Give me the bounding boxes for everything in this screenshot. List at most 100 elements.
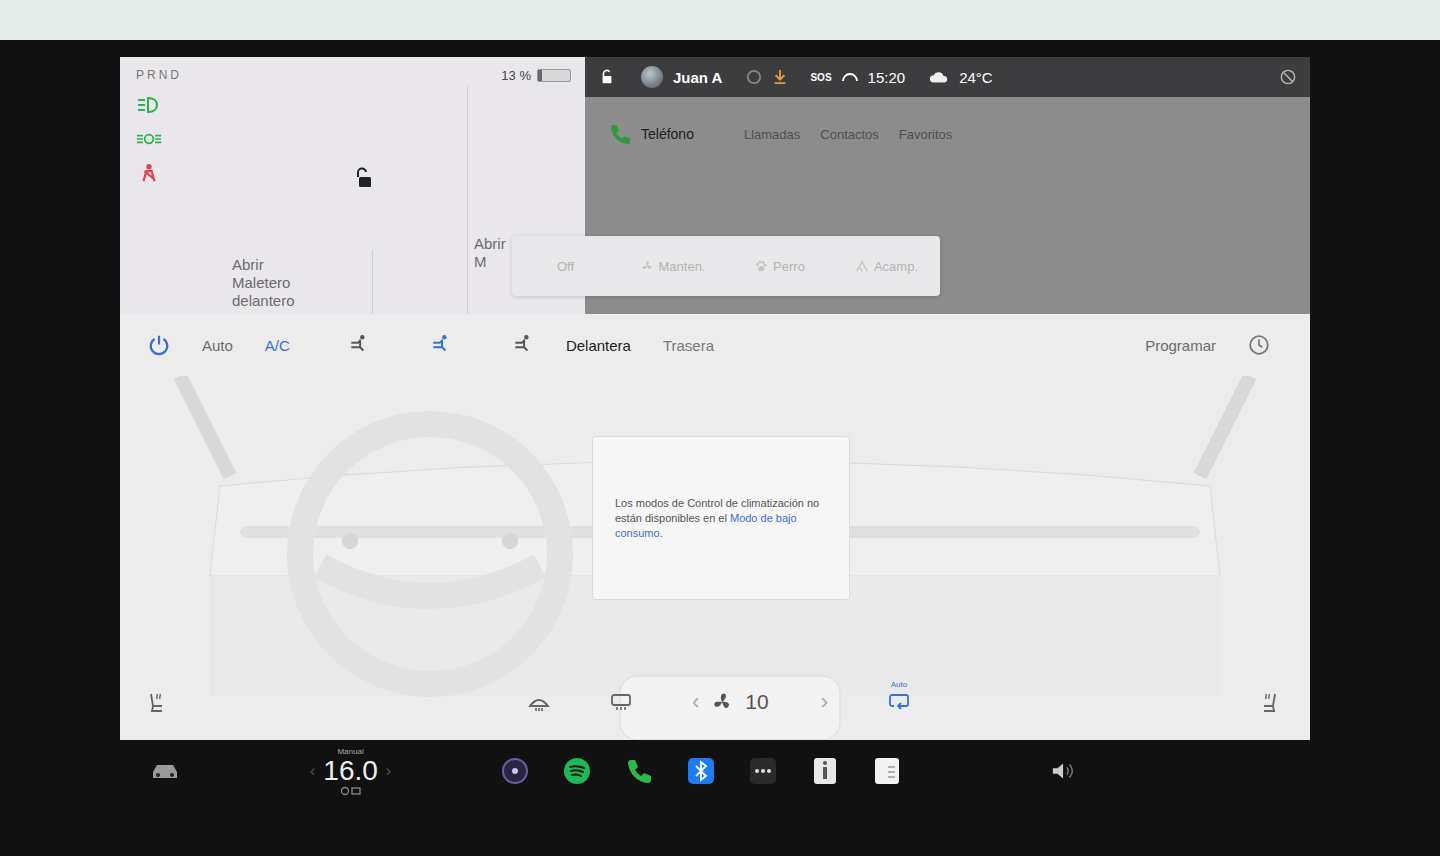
notice-area: Los modos de Control de climatización no… [120, 376, 1310, 674]
airflow-icon[interactable] [512, 334, 534, 356]
headlight-icon [136, 95, 162, 115]
airflow-icon[interactable] [348, 334, 370, 356]
lamp-indicators [136, 85, 166, 314]
parking-light-icon [136, 129, 162, 149]
airbag-icon [1280, 69, 1296, 85]
climate-keep-option[interactable]: Manten. [619, 259, 726, 274]
battery-icon [537, 69, 571, 82]
paw-icon [754, 259, 768, 273]
trunk-label: Abrir M [474, 235, 516, 271]
profile-avatar-icon[interactable] [641, 66, 663, 88]
vehicle-body: Abrir Maletero delantero Abrir M [136, 85, 571, 314]
recirculation-icon [888, 691, 910, 713]
car-icon[interactable] [150, 762, 180, 780]
temperature-value: 16.0 [323, 756, 378, 786]
seat-heater-right-icon[interactable] [1258, 691, 1280, 713]
vehicle-header: PRND 13 % [136, 65, 571, 85]
more-apps-icon[interactable] [749, 757, 777, 785]
phone-app-icon[interactable] [625, 757, 653, 785]
unlocked-icon[interactable] [353, 167, 373, 189]
volume-icon[interactable] [1051, 761, 1077, 781]
car-view: Abrir Maletero delantero Abrir M [166, 85, 571, 314]
climate-keep-label: Acamp. [874, 259, 918, 274]
signal-icon [842, 69, 858, 85]
climate-keep-option[interactable]: Acamp. [833, 259, 940, 274]
rear-defrost-icon[interactable] [610, 691, 632, 713]
fan-icon [711, 691, 733, 713]
outside-temperature: 24°C [959, 69, 993, 86]
fan-speed: 10 [745, 690, 768, 714]
climate-toolbar: Auto A/C Delantera Trasera Programar [120, 314, 1310, 376]
clock-icon[interactable] [1248, 334, 1270, 356]
sos-indicator: SOS [810, 72, 831, 83]
climate-keep-label: Off [557, 259, 574, 274]
low-power-link[interactable]: Modo de bajo consumo [615, 512, 797, 539]
battery: 13 % [501, 68, 571, 83]
temperature-mode: Manual [337, 747, 363, 756]
manual-app-icon[interactable] [811, 757, 839, 785]
cabin-view: Los modos de Control de climatización no… [120, 376, 1310, 740]
schedule-button[interactable]: Programar [1145, 337, 1216, 354]
touchscreen: PRND 13 % Abrir Maletero delantero Abrir M J… [120, 57, 1310, 802]
battery-reading: 13 % [501, 68, 531, 83]
upper-area: PRND 13 % Abrir Maletero delantero Abrir M J… [120, 57, 1310, 314]
recirculation-button[interactable]: Auto [888, 680, 910, 713]
phone-tab[interactable]: Llamadas [744, 127, 800, 142]
climate-keep-label: Perro [773, 259, 805, 274]
calendar-app-icon[interactable] [873, 757, 901, 785]
battery-fill [538, 70, 542, 81]
zone-tab[interactable]: Delantera [566, 337, 631, 354]
lock-icon[interactable] [599, 69, 615, 85]
fan-decrease-button[interactable]: ‹ [692, 689, 699, 715]
climate-keep-label: Manten. [659, 259, 706, 274]
camera-app-icon[interactable] [501, 757, 529, 785]
airflow-group [348, 334, 534, 356]
ac-button[interactable]: A/C [265, 337, 290, 354]
seat-heater-left-icon[interactable] [146, 691, 168, 713]
phone-tab[interactable]: Contactos [820, 127, 879, 142]
phone-tab[interactable]: Favoritos [899, 127, 952, 142]
climate-keep-option[interactable]: Off [512, 259, 619, 274]
airflow-icon[interactable] [430, 334, 452, 356]
background-wall [0, 0, 1440, 40]
gear-indicator: PRND [136, 68, 182, 82]
climate-panel: Auto A/C Delantera Trasera Programar Los modo… [120, 314, 1310, 740]
notice-text: Los modos de Control de climatización no… [615, 496, 827, 541]
fan-icon [640, 259, 654, 273]
recirculation-label: Auto [891, 680, 907, 689]
climate-keep-selector: Off Manten. Perro Acamp. [512, 236, 940, 296]
cloud-icon [929, 69, 949, 85]
phone-icon [609, 123, 631, 145]
seatbelt-warning-icon [136, 163, 162, 183]
tesla-screen-photo: PRND 13 % Abrir Maletero delantero Abrir M J… [0, 0, 1440, 856]
temperature-readout: Manual16.0 [323, 747, 378, 796]
homelink-icon[interactable] [746, 69, 762, 85]
phone-title: Teléfono [641, 126, 694, 142]
temperature-increase-button[interactable]: › [386, 762, 391, 780]
driver-temperature: ‹ Manual16.0 › [310, 747, 391, 796]
front-defrost-icon[interactable] [528, 691, 550, 713]
climate-bottom-bar: ‹ 10 › Auto [120, 674, 1310, 740]
climate-keep-option[interactable]: Perro [726, 259, 833, 274]
fan-increase-button[interactable]: › [821, 689, 828, 715]
clock: 15:20 [868, 69, 906, 86]
trunk-button[interactable]: Abrir M [467, 85, 516, 314]
tent-icon [855, 259, 869, 273]
low-power-notice: Los modos de Control de climatización no… [592, 436, 850, 600]
auto-button[interactable]: Auto [202, 337, 233, 354]
fan-speed-control: ‹ 10 › [692, 689, 828, 715]
zone-tab[interactable]: Trasera [663, 337, 714, 354]
profile-name[interactable]: Juan A [673, 69, 722, 86]
power-icon[interactable] [148, 334, 170, 356]
download-icon[interactable] [772, 69, 788, 85]
phone-header: Teléfono Llamadas Contactos Favoritos [609, 123, 1310, 145]
frunk-label: Abrir Maletero delantero [232, 256, 314, 310]
temperature-decrease-button[interactable]: ‹ [310, 762, 315, 780]
spotify-app-icon[interactable] [563, 757, 591, 785]
frunk-button[interactable]: Abrir Maletero delantero [232, 250, 373, 314]
taskbar: ‹ Manual16.0 › [120, 740, 1310, 802]
bluetooth-app-icon[interactable] [687, 757, 715, 785]
app-dock [501, 757, 901, 785]
status-bar: Juan A SOS 15:20 24°C [585, 57, 1310, 97]
fan-direction-icon [339, 786, 363, 796]
